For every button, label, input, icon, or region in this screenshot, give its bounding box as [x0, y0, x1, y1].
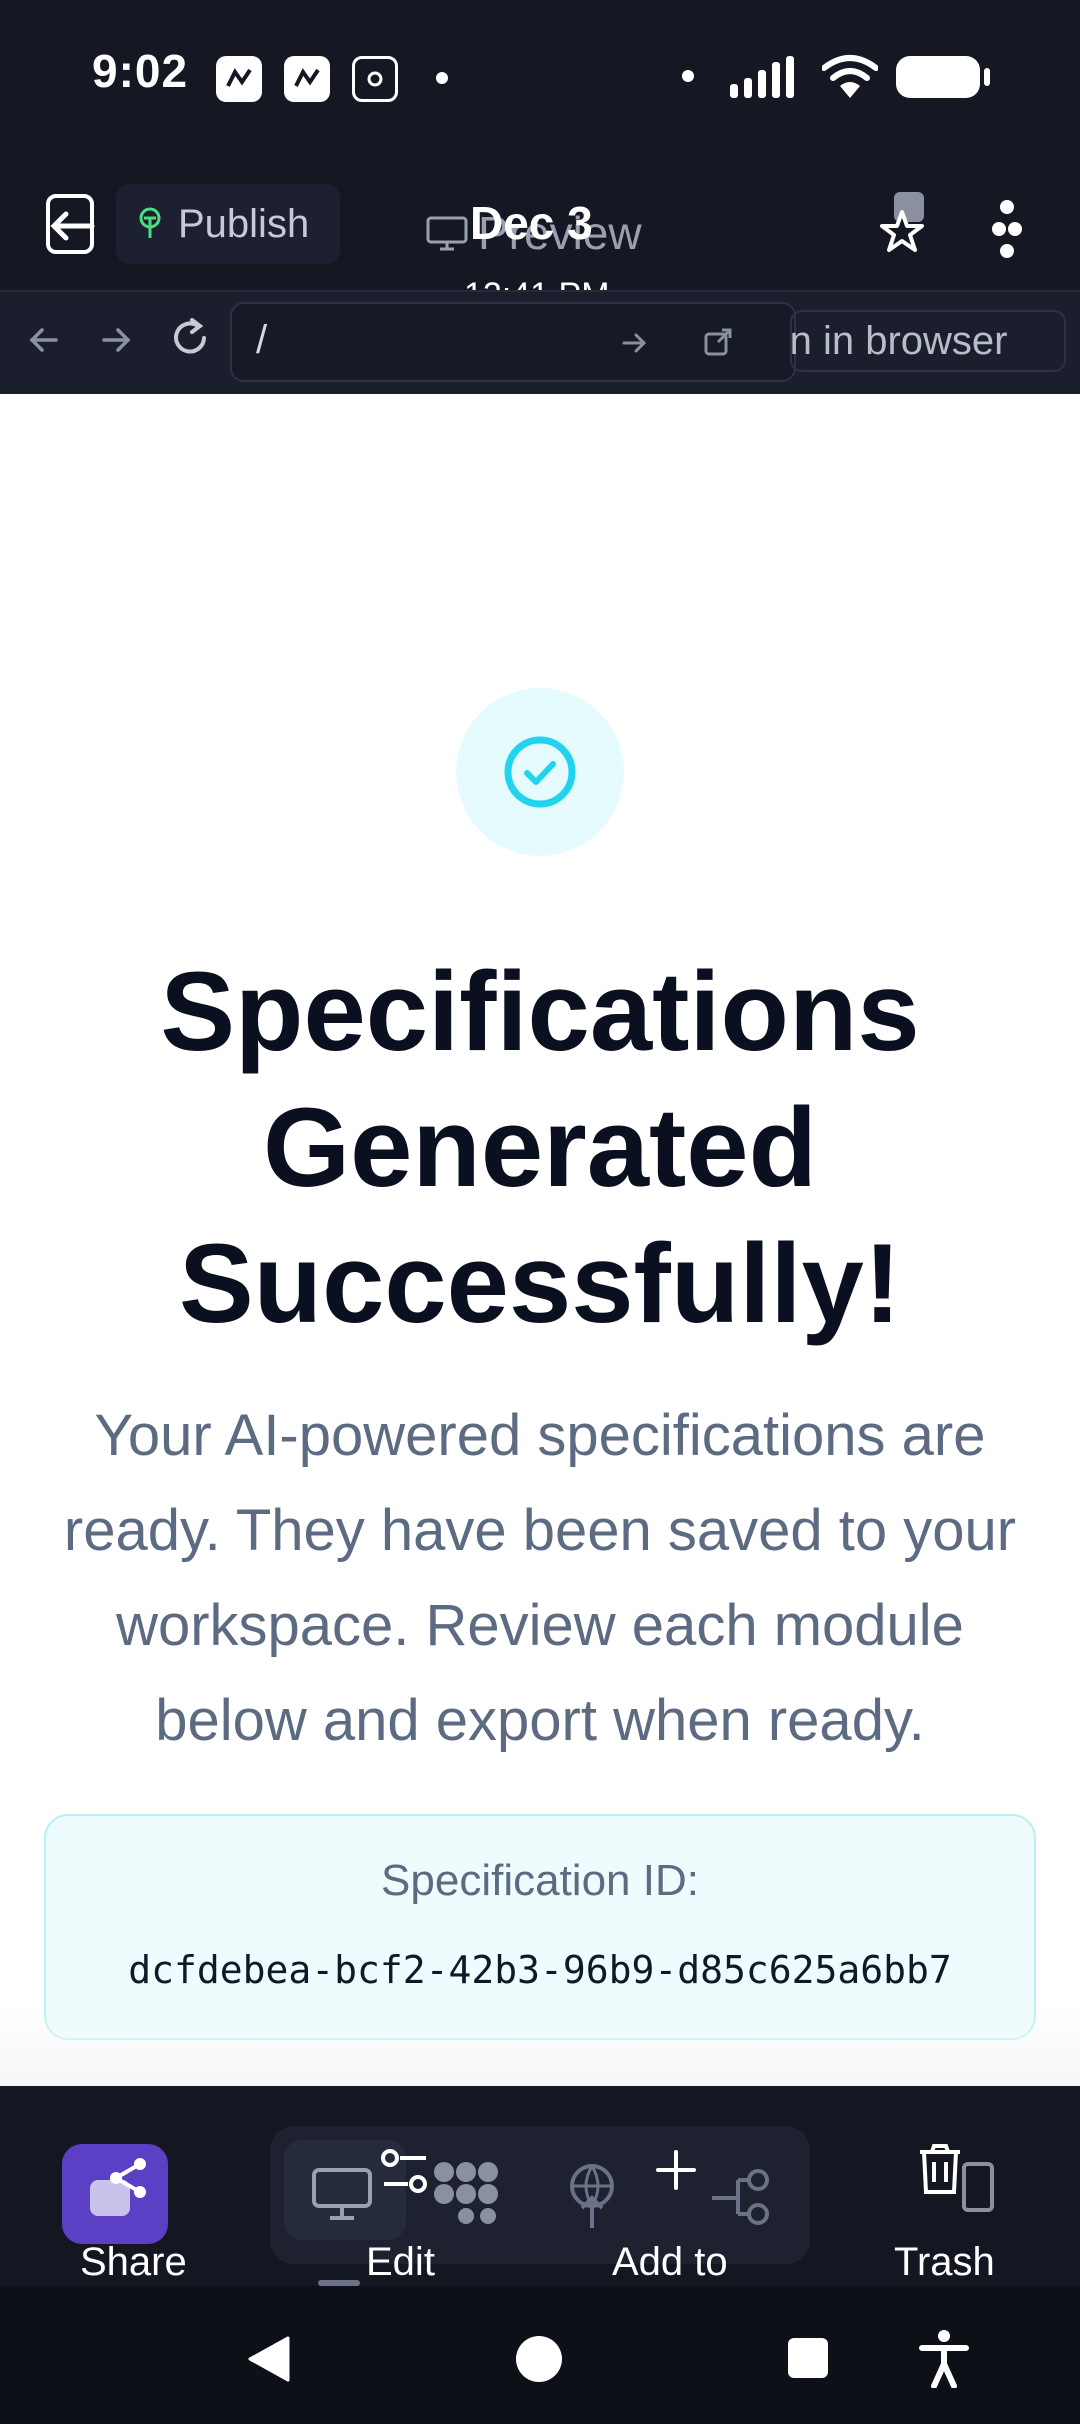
- page-title: Specifications Generated Successfully!: [160, 949, 920, 1346]
- share-button[interactable]: [62, 2144, 168, 2244]
- url-input[interactable]: /: [230, 302, 796, 382]
- preview-content: Specifications Generated Successfully! Y…: [0, 394, 1080, 2086]
- nav-home-icon[interactable]: [514, 2334, 564, 2384]
- check-circle-icon: [504, 736, 576, 808]
- nav-recents-icon[interactable]: [786, 2336, 830, 2380]
- app-header: Publish Preview Dec 3 12:41 PM: [0, 160, 1080, 314]
- bookmark-star-icon[interactable]: [874, 190, 936, 260]
- notification-app-icon: [284, 56, 330, 102]
- share-icon: [90, 2158, 146, 2216]
- date-label: Dec 3: [470, 197, 593, 249]
- trash-label: Trash: [894, 2240, 995, 2284]
- bottom-action-bar: Share Edit Add to Trash: [0, 2086, 1080, 2286]
- deploy-globe-icon[interactable]: [564, 2162, 620, 2230]
- specification-id-value: dcfdebea-bcf2-42b3-96b9-d85c625a6bb7: [128, 1948, 952, 1992]
- more-notifications-dot: [436, 72, 448, 84]
- monitor-icon: [426, 216, 468, 251]
- page-subtitle: Your AI-powered specifications are ready…: [63, 1403, 1017, 1753]
- screen: 9:02 Publish Preview Dec 3 / n in browse…: [0, 0, 1080, 2424]
- preview-toggle[interactable]: Preview Dec 3 12:41 PM: [420, 178, 680, 314]
- more-options-icon[interactable]: [988, 194, 1028, 266]
- browser-back-icon[interactable]: [24, 320, 64, 360]
- components-icon[interactable]: [430, 2158, 502, 2224]
- url-text: /: [256, 318, 268, 362]
- publish-button[interactable]: Publish: [116, 184, 340, 264]
- publish-icon: [139, 207, 161, 238]
- status-dot: [682, 70, 694, 82]
- nav-back-icon[interactable]: [246, 2334, 292, 2384]
- system-nav-bar: [0, 2286, 1080, 2424]
- go-arrow-icon[interactable]: [620, 328, 650, 358]
- edit-label: Edit: [366, 2240, 435, 2284]
- workflow-icon[interactable]: [708, 2168, 780, 2228]
- external-link-icon[interactable]: [702, 326, 734, 358]
- reload-icon[interactable]: [168, 316, 212, 360]
- instagram-icon: [352, 56, 398, 102]
- desktop-preview-icon[interactable]: [310, 2166, 376, 2222]
- status-time: 9:02: [92, 45, 189, 97]
- add-to-label: Add to: [612, 2240, 728, 2284]
- accessibility-icon[interactable]: [918, 2328, 970, 2388]
- content-fade: [0, 2004, 1080, 2086]
- battery-icon: [896, 56, 990, 98]
- open-in-browser-button[interactable]: Open in browser: [790, 310, 1066, 372]
- status-bar: 9:02: [0, 0, 1080, 160]
- back-icon[interactable]: [42, 190, 104, 260]
- edit-sliders-icon[interactable]: [380, 2146, 436, 2202]
- trash-icon[interactable]: [916, 2142, 996, 2214]
- add-icon[interactable]: [654, 2148, 698, 2192]
- browser-forward-icon[interactable]: [96, 320, 136, 360]
- tools-pill: [270, 2126, 810, 2264]
- share-label: Share: [80, 2240, 187, 2284]
- signal-icon: [730, 56, 794, 98]
- specification-id-label: Specification ID:: [381, 1856, 699, 1905]
- success-badge: [456, 688, 624, 856]
- wifi-icon: [822, 55, 878, 98]
- notification-app-icon: [216, 56, 262, 102]
- open-in-browser-label: Open in browser: [790, 319, 1008, 363]
- publish-label: Publish: [178, 202, 310, 246]
- browser-bar: / Open in browser: [0, 290, 1080, 394]
